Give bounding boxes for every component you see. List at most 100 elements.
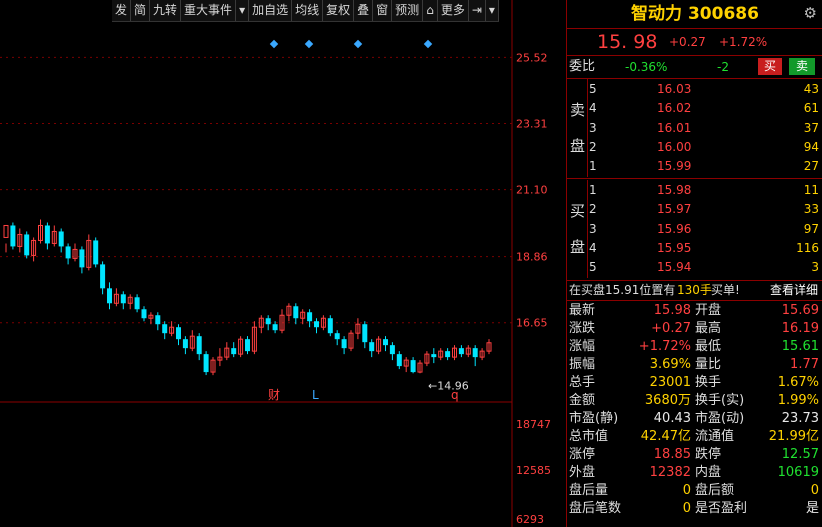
toolbar-item[interactable]: 发 (112, 0, 132, 21)
stat-value: 3680万 (644, 393, 691, 408)
candle-body (93, 240, 99, 265)
buy-side-row[interactable]: 4 15.95 116 (589, 239, 819, 258)
weibi-diff: -2 (717, 60, 729, 74)
candle-body (445, 351, 451, 358)
stat-value: 1.77 (790, 357, 819, 372)
candle-body (58, 231, 64, 247)
sell-side-row[interactable]: 4 16.02 61 (589, 99, 819, 118)
candle-body (176, 327, 181, 340)
toolbar-item[interactable]: 九转 (150, 0, 182, 21)
weibi-ratio: -0.36% (625, 60, 668, 74)
toolbar-item[interactable]: 重大事件 (181, 0, 237, 21)
toolbar-item[interactable]: 复权 (323, 0, 355, 21)
stat-label: 盘后笔数 (569, 501, 622, 516)
stat-value: 15.61 (781, 339, 819, 354)
stat-value: 是 (805, 501, 819, 516)
price-tick-label: 25.52 (516, 51, 548, 64)
quote-panel: 智动力 300686 ⚙ 15. 98 +0.27 +1.72% 委比 -0.3… (566, 0, 822, 527)
stats-row: 总市值 42.47亿 流通值 21.99亿 (567, 428, 822, 446)
stats-row: 外盘 12382 内盘 10619 (567, 464, 822, 482)
low-price-marker: ←14.96 (428, 379, 469, 392)
stat-value: 0 (682, 483, 691, 498)
toolbar-item[interactable]: ▾ (236, 0, 250, 21)
buy-side-row[interactable]: 1 15.98 11 (589, 181, 819, 200)
toolbar-item[interactable]: 叠 (354, 0, 374, 21)
stat-label: 总手 (569, 375, 596, 390)
event-diamond-icon (353, 39, 363, 49)
stats-row: 涨幅 +1.72% 最低 15.61 (567, 338, 822, 356)
sell-button[interactable]: 卖 (789, 58, 815, 75)
event-marker-label: 财 (268, 388, 280, 402)
candle-body (3, 224, 9, 238)
stat-label: 盘后量 (569, 483, 609, 498)
event-marker-label: L (312, 388, 319, 402)
toolbar-item[interactable]: ▾ (486, 0, 499, 21)
stats-row: 涨跌 +0.27 最高 16.19 (567, 320, 822, 338)
stat-value: 0 (810, 483, 819, 498)
volume-tick-label: 12585 (516, 464, 551, 477)
sell-side-label: 卖 盘 (567, 79, 588, 177)
candle-body (134, 297, 140, 310)
candle-body (410, 360, 416, 373)
buy-side-row[interactable]: 2 15.97 33 (589, 200, 819, 219)
stat-label: 最低 (695, 339, 722, 354)
stat-label: 总市值 (569, 429, 609, 444)
level-number: 5 (589, 260, 597, 275)
toolbar-item[interactable]: 更多 (438, 0, 469, 21)
price-tick-label: 16.65 (516, 317, 548, 330)
candle-body (10, 225, 16, 247)
stats-table: 最新 15.98 开盘 15.69 涨跌 +0.27 最高 16.19 涨幅 +1.72% 最低 15… (567, 302, 822, 518)
level-number: 1 (589, 183, 597, 197)
candle-body (293, 306, 299, 319)
stat-value: +1.72% (638, 339, 691, 354)
view-detail-link[interactable]: 查看详细 (770, 281, 818, 299)
price-pct: +1.72% (719, 35, 768, 49)
buy-button[interactable]: 买 (758, 58, 782, 75)
candle-body (203, 354, 209, 373)
stat-value: 16.19 (781, 321, 819, 336)
candle-body (383, 339, 388, 346)
stats-row: 金额 3680万 换手(实) 1.99% (567, 392, 822, 410)
stat-label: 市盈(静) (569, 411, 619, 426)
toolbar-item[interactable]: 加自选 (249, 0, 293, 21)
candle-body (141, 309, 147, 319)
order-volume: 116 (796, 240, 819, 255)
candle-body (362, 324, 368, 343)
sell-side-row[interactable]: 1 15.99 27 (589, 157, 819, 176)
stat-label: 换手 (695, 375, 722, 390)
toolbar-item[interactable]: 均线 (292, 0, 324, 21)
order-price: 16.00 (657, 139, 692, 154)
candle-body (196, 336, 202, 355)
buy-side-row[interactable]: 5 15.94 3 (589, 258, 819, 277)
toolbar-item[interactable]: ⇥ (469, 0, 486, 21)
stat-label: 是否盈利 (695, 501, 748, 516)
toolbar-item[interactable]: ⌂ (423, 0, 438, 21)
weibi-label: 委比 (569, 59, 596, 74)
gear-icon[interactable]: ⚙ (804, 4, 817, 22)
stat-label: 外盘 (569, 465, 596, 480)
buy-side-row[interactable]: 3 15.96 97 (589, 220, 819, 239)
sell-side-row[interactable]: 2 16.00 94 (589, 138, 819, 157)
price-tick-label: 23.31 (516, 117, 548, 130)
order-volume: 37 (803, 120, 819, 135)
kline-chart[interactable]: 25.52 23.31 21.10 18.86 16.65 18747 12585 6293 ←… (0, 0, 566, 527)
toolbar-item[interactable]: 预测 (392, 0, 424, 21)
sell-side-row[interactable]: 3 16.01 37 (589, 119, 819, 138)
level-number: 4 (589, 240, 597, 255)
toolbar-item[interactable]: 窗 (373, 0, 393, 21)
order-volume: 27 (803, 159, 819, 174)
order-volume: 94 (803, 139, 819, 154)
sell-side-row[interactable]: 5 16.03 43 (589, 80, 819, 99)
toolbar-item[interactable]: 简 (131, 0, 151, 21)
notice-tail: 买单! (711, 283, 740, 297)
stat-label: 流通值 (695, 429, 735, 444)
event-diamond-icon (269, 39, 279, 49)
divider (567, 300, 822, 301)
stat-value: 0 (682, 501, 691, 516)
candle-body (272, 324, 278, 331)
level-number: 5 (589, 82, 597, 96)
candle-body (231, 348, 237, 355)
candle-body (44, 225, 50, 244)
stat-label: 量比 (695, 357, 722, 372)
stat-value: 15.69 (781, 303, 819, 318)
